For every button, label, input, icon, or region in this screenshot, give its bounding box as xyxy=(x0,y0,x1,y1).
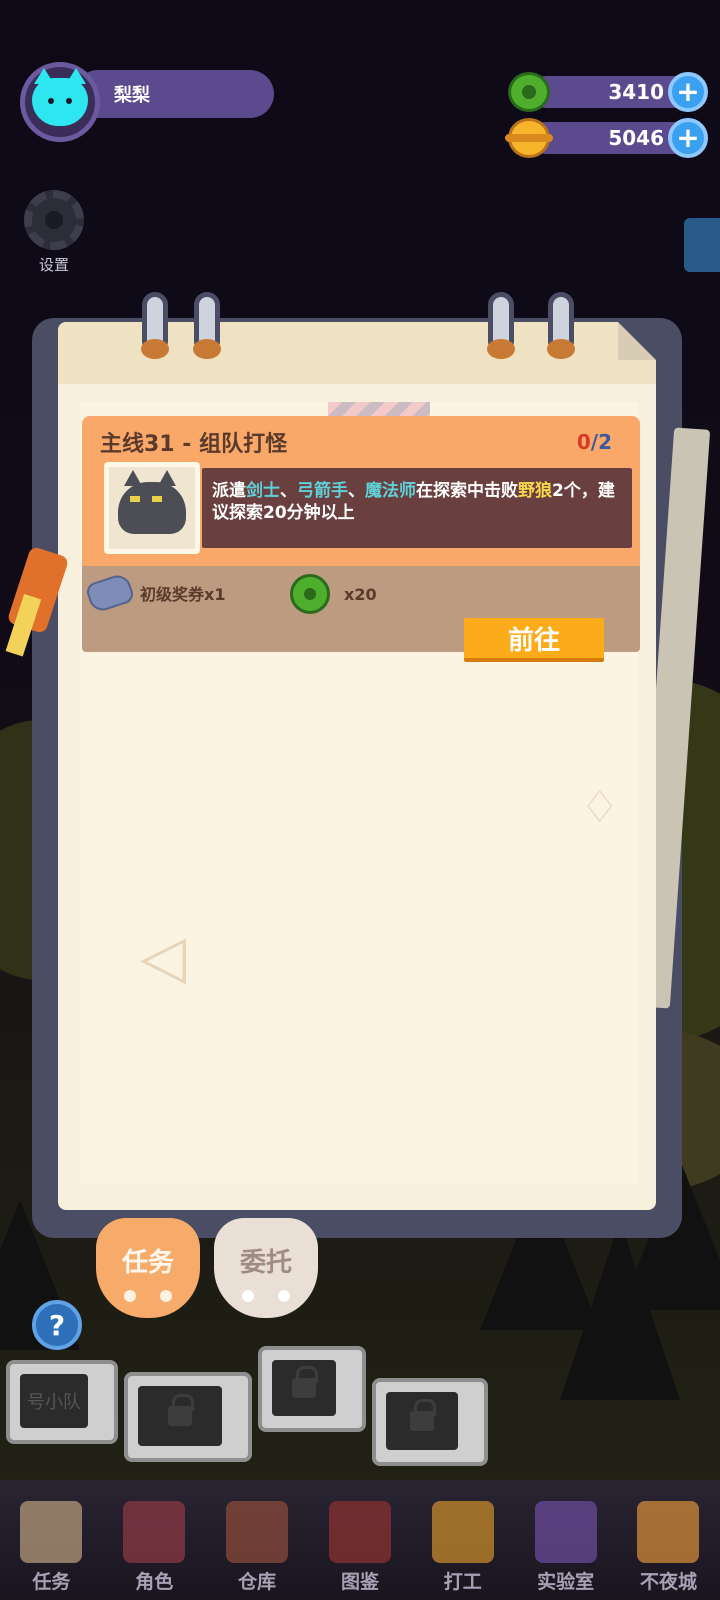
gold-coin-icon xyxy=(505,118,553,158)
reward-ticket: 初级奖券x1 xyxy=(84,571,226,615)
paw-icon xyxy=(118,1290,178,1308)
squad-monitor-1[interactable]: 号小队 xyxy=(6,1360,118,1444)
nav-warehouse[interactable]: 仓库 xyxy=(211,1501,303,1594)
scroll-icon xyxy=(20,1501,83,1563)
nav-lab[interactable]: 实验室 xyxy=(520,1501,612,1594)
settings-label: 设置 xyxy=(38,256,69,274)
go-button[interactable]: 前往 xyxy=(464,618,604,662)
add-green-coin-button[interactable]: + xyxy=(668,72,708,112)
reward-coin: x20 xyxy=(290,574,377,614)
paw-icon xyxy=(236,1290,296,1308)
wolf-icon xyxy=(118,470,186,534)
quest-rewards: 初级奖券x1 x20 前往 xyxy=(82,566,640,662)
reward-ticket-label: 初级奖券x1 xyxy=(140,585,226,604)
nav-nightless-city[interactable]: 不夜城 xyxy=(622,1501,714,1594)
player-name: 梨梨 xyxy=(114,85,150,106)
nav-tasks[interactable]: 任务 xyxy=(5,1501,97,1594)
lock-icon xyxy=(292,1366,318,1398)
green-coin-icon xyxy=(508,72,550,112)
nav-codex[interactable]: 图鉴 xyxy=(314,1501,406,1594)
green-coin-icon xyxy=(290,574,330,614)
help-icon[interactable]: ? xyxy=(32,1300,82,1350)
locked-monitor-1[interactable] xyxy=(124,1372,252,1462)
book-icon xyxy=(328,1501,391,1563)
nav-work[interactable]: 打工 xyxy=(417,1501,509,1594)
locked-monitor-3[interactable] xyxy=(372,1378,488,1466)
currency-gold-amount: 5046 xyxy=(608,126,664,150)
role-swordsman: 剑士 xyxy=(246,481,280,501)
lock-icon xyxy=(168,1394,194,1426)
reward-coin-label: x20 xyxy=(344,584,377,604)
chest-icon xyxy=(226,1501,289,1563)
tab-commissions[interactable]: 委托 xyxy=(214,1218,318,1318)
notebook-ring xyxy=(487,292,515,359)
bottom-nav: 任务 角色 仓库 图鉴 打工 实验室 不夜城 xyxy=(0,1480,720,1600)
quest-notebook: ◁ ♢ 主线31 - 组队打怪 0/2 派遣剑士、弓箭手、魔法师在探索中击败野狼… xyxy=(32,292,711,1318)
notebook-ring xyxy=(141,292,169,359)
character-icon xyxy=(123,1501,186,1563)
currency-gold: 5046 + xyxy=(505,118,708,158)
squad-label: 号小队 xyxy=(27,1392,81,1413)
tab-quests[interactable]: 任务 xyxy=(96,1218,200,1318)
role-archer: 弓箭手 xyxy=(297,481,348,501)
cat-avatar-icon xyxy=(32,68,88,126)
notebook-ring xyxy=(547,292,575,359)
role-mage: 魔法师 xyxy=(365,481,416,501)
enemy-name: 野狼 xyxy=(518,481,552,501)
lab-machine-icon xyxy=(534,1501,597,1563)
player-name-pill: 梨梨 xyxy=(74,70,274,118)
locked-monitor-2[interactable] xyxy=(258,1346,366,1432)
gear-icon xyxy=(24,190,84,250)
fish-bone-deco-icon: ◁ xyxy=(140,922,187,992)
ticket-icon xyxy=(84,571,136,615)
quest-description: 派遣剑士、弓箭手、魔法师在探索中击败野狼2个，建议探索20分钟以上 xyxy=(202,468,632,548)
add-gold-coin-button[interactable]: + xyxy=(668,118,708,158)
cat-shop-icon xyxy=(637,1501,700,1563)
notebook-ring xyxy=(193,292,221,359)
quest-card: 主线31 - 组队打怪 0/2 派遣剑士、弓箭手、魔法师在探索中击败野狼2个，建… xyxy=(82,416,640,662)
currency-green-amount: 3410 xyxy=(608,80,664,104)
player-avatar[interactable] xyxy=(20,62,100,142)
fish-bone-deco-icon: ♢ xyxy=(580,782,620,833)
settings-button[interactable]: 设置 xyxy=(22,190,86,275)
quest-header: 主线31 - 组队打怪 0/2 派遣剑士、弓箭手、魔法师在探索中击败野狼2个，建… xyxy=(82,416,640,566)
wolf-portrait xyxy=(104,462,200,554)
nav-characters[interactable]: 角色 xyxy=(108,1501,200,1594)
side-clip-icon[interactable] xyxy=(684,218,720,272)
tv-icon xyxy=(431,1501,494,1563)
lock-icon xyxy=(410,1399,436,1431)
squad-monitor-screen: 号小队 xyxy=(20,1374,88,1428)
currency-green: 3410 + xyxy=(508,72,708,112)
quest-progress: 0/2 xyxy=(576,430,612,454)
quest-title: 主线31 - 组队打怪 xyxy=(100,432,288,457)
